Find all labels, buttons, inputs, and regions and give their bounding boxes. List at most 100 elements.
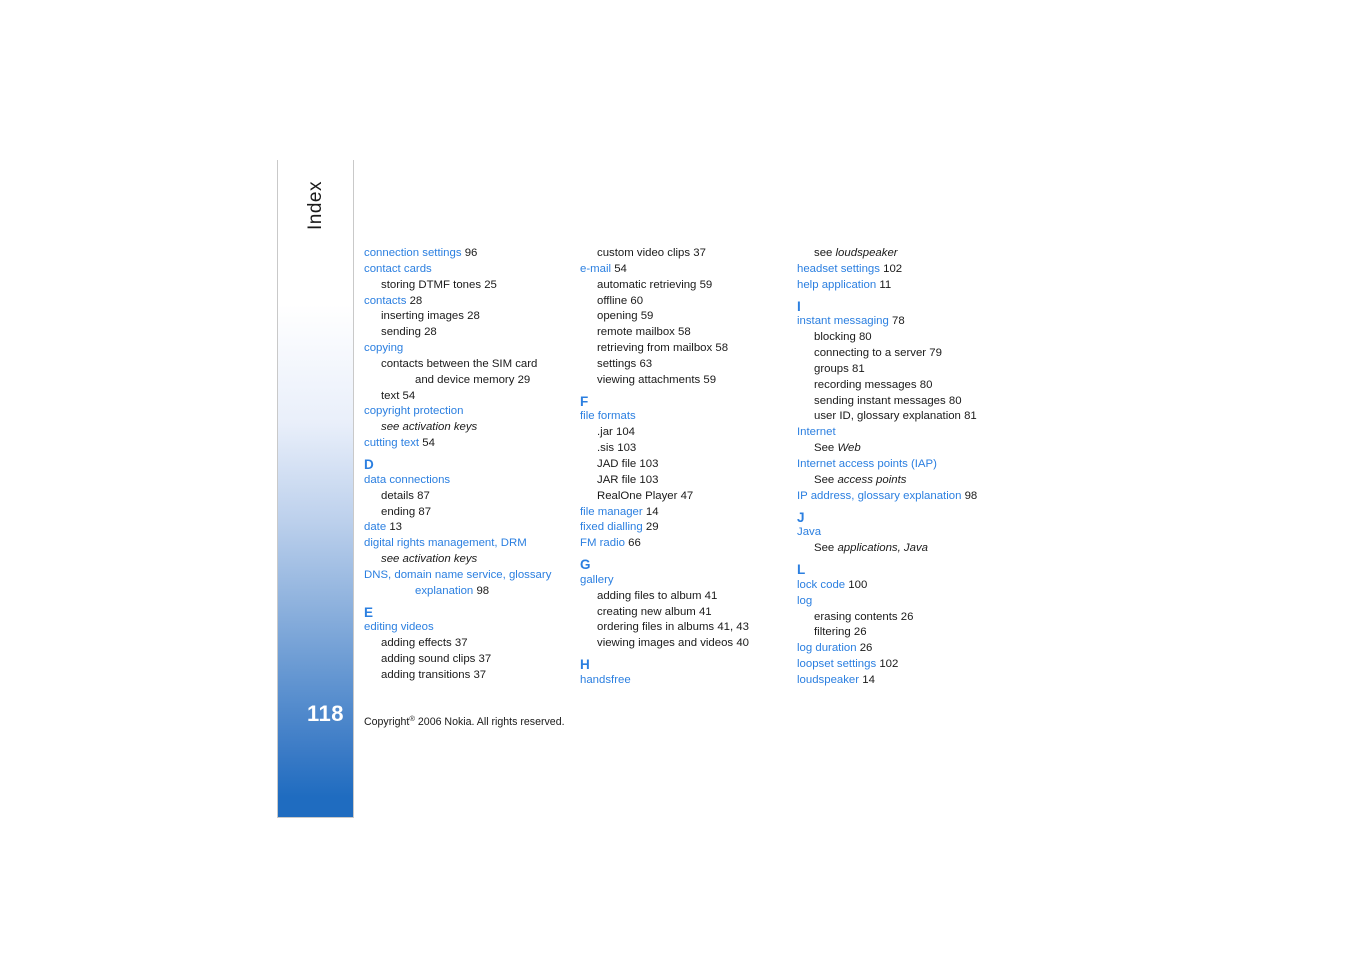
index-entry[interactable]: IP address, glossary explanation 98 [797, 489, 1027, 505]
index-entry[interactable]: instant messaging 78 [797, 314, 1027, 330]
index-entry[interactable]: copying [364, 341, 569, 357]
index-entry[interactable]: e-mail 54 [580, 262, 785, 278]
index-page-ref: 60 [630, 294, 644, 307]
index-entry: see loudspeaker [797, 246, 1027, 262]
index-term: FM radio [580, 537, 625, 550]
index-entry[interactable]: handsfree [580, 673, 785, 689]
index-entry[interactable]: file manager 14 [580, 505, 785, 521]
index-subentry: blocking [814, 331, 856, 344]
index-term: date [364, 521, 387, 534]
index-cross-reference-target: loudspeaker [835, 247, 898, 259]
index-entry: adding transitions 37 [364, 668, 569, 684]
index-entry[interactable]: data connections [364, 473, 569, 489]
index-entry[interactable]: loopset settings 102 [797, 657, 1027, 673]
index-entry[interactable]: file formats [580, 409, 785, 425]
index-page-ref: 54 [422, 437, 435, 450]
index-entry: contacts between the SIM card [364, 357, 569, 373]
index-entry: viewing images and videos 40 [580, 636, 785, 652]
index-entry[interactable]: editing videos [364, 620, 569, 636]
index-entry[interactable]: fixed dialling 29 [580, 520, 785, 536]
index-letter-heading: J [797, 509, 805, 525]
index-entry[interactable]: Internet access points (IAP) [797, 457, 1027, 473]
index-entry[interactable]: digital rights management, DRM [364, 536, 569, 552]
index-page-ref: 28 [467, 310, 480, 323]
index-term: Internet access points (IAP) [797, 457, 937, 470]
index-entry[interactable]: Internet [797, 425, 1027, 441]
index-entry[interactable]: contact cards [364, 262, 569, 278]
index-entry: storing DTMF tones 25 [364, 278, 569, 294]
index-page-ref: 58 [715, 342, 729, 355]
index-subentry: JAR file [597, 473, 637, 486]
index-term: loopset settings [797, 658, 877, 671]
index-term: log [797, 594, 813, 607]
index-see-label: See [814, 473, 838, 486]
index-entry[interactable]: gallery [580, 573, 785, 589]
index-term: data connections [364, 473, 451, 486]
copyright-notice: Copyright® 2006 Nokia. All rights reserv… [364, 714, 565, 728]
index-page-ref: 29 [645, 521, 659, 534]
index-page-ref: 37 [693, 247, 706, 259]
index-subentry: JAD file [597, 457, 637, 470]
index-term: Internet [797, 426, 836, 439]
index-page-ref: 47 [680, 489, 694, 502]
index-page-ref: 40 [736, 637, 749, 650]
index-term: help application [797, 278, 877, 291]
index-entry[interactable]: lock code 100 [797, 578, 1027, 594]
index-cross-reference-target: Web [837, 442, 861, 455]
index-entry[interactable]: log [797, 594, 1027, 610]
index-subentry: sending [381, 326, 421, 339]
index-page-ref: 103 [639, 473, 659, 486]
index-term: contact cards [364, 262, 432, 275]
index-entry: offline 60 [580, 294, 785, 310]
index-page-ref: 87 [417, 489, 430, 502]
index-entry: sending instant messages 80 [797, 394, 1027, 410]
index-entry[interactable]: FM radio 66 [580, 536, 785, 552]
index-subentry: text [381, 389, 400, 402]
index-entry: sending 28 [364, 325, 569, 341]
index-entry[interactable]: DNS, domain name service, glossary [364, 568, 569, 584]
index-entry: adding effects 37 [364, 636, 569, 652]
index-entry[interactable]: explanation 98 [364, 584, 569, 600]
index-page-ref: 79 [929, 347, 942, 360]
index-subentry: contacts between the SIM card [381, 357, 538, 370]
index-page-ref: 104 [616, 426, 636, 439]
index-entry: groups 81 [797, 362, 1027, 378]
index-page-ref: 37 [473, 668, 487, 681]
index-term: contacts [364, 294, 407, 307]
index-term: DNS, domain name service, glossary [364, 568, 552, 581]
index-cross-reference: see activation keys [381, 553, 478, 566]
page-number: 118 [307, 701, 344, 726]
index-see-label: see [814, 247, 836, 259]
index-entry[interactable]: date 13 [364, 520, 569, 536]
index-page-ref: 96 [464, 247, 478, 259]
index-subentry: sending instant messages [814, 394, 946, 407]
index-entry[interactable]: Java [797, 525, 1027, 541]
index-entry[interactable]: help application 11 [797, 278, 1027, 294]
index-page-ref: 54 [614, 262, 627, 275]
index-page-ref: 26 [859, 642, 873, 655]
index-page-ref: 11 [879, 278, 892, 291]
index-entry[interactable]: contacts 28 [364, 294, 569, 310]
index-entry[interactable]: loudspeaker 14 [797, 673, 1027, 689]
index-letter-heading: L [797, 562, 806, 578]
index-see-label: See [814, 542, 838, 555]
index-entry[interactable]: copyright protection [364, 404, 569, 420]
index-entry: custom video clips 37 [580, 246, 785, 262]
index-page-ref: 25 [484, 278, 497, 291]
index-entry[interactable]: cutting text 54 [364, 436, 569, 452]
index-page-ref: 14 [645, 505, 659, 518]
index-subentry: RealOne Player [597, 489, 678, 502]
index-entry[interactable]: log duration 26 [797, 641, 1027, 657]
index-subentry: connecting to a server [814, 347, 927, 360]
index-entry: and device memory 29 [364, 373, 569, 389]
index-entry[interactable]: connection settings 96 [364, 246, 569, 262]
index-term: log duration [797, 642, 857, 655]
index-subentry: offline [597, 294, 628, 307]
index-letter-heading: E [364, 604, 374, 620]
index-subentry: viewing attachments [597, 373, 701, 386]
index-letter-heading: G [580, 557, 591, 573]
index-subentry: ordering files in albums [597, 621, 715, 634]
index-subentry: ending [381, 505, 416, 518]
index-subentry: adding files to album [597, 589, 702, 602]
index-entry[interactable]: headset settings 102 [797, 262, 1027, 278]
